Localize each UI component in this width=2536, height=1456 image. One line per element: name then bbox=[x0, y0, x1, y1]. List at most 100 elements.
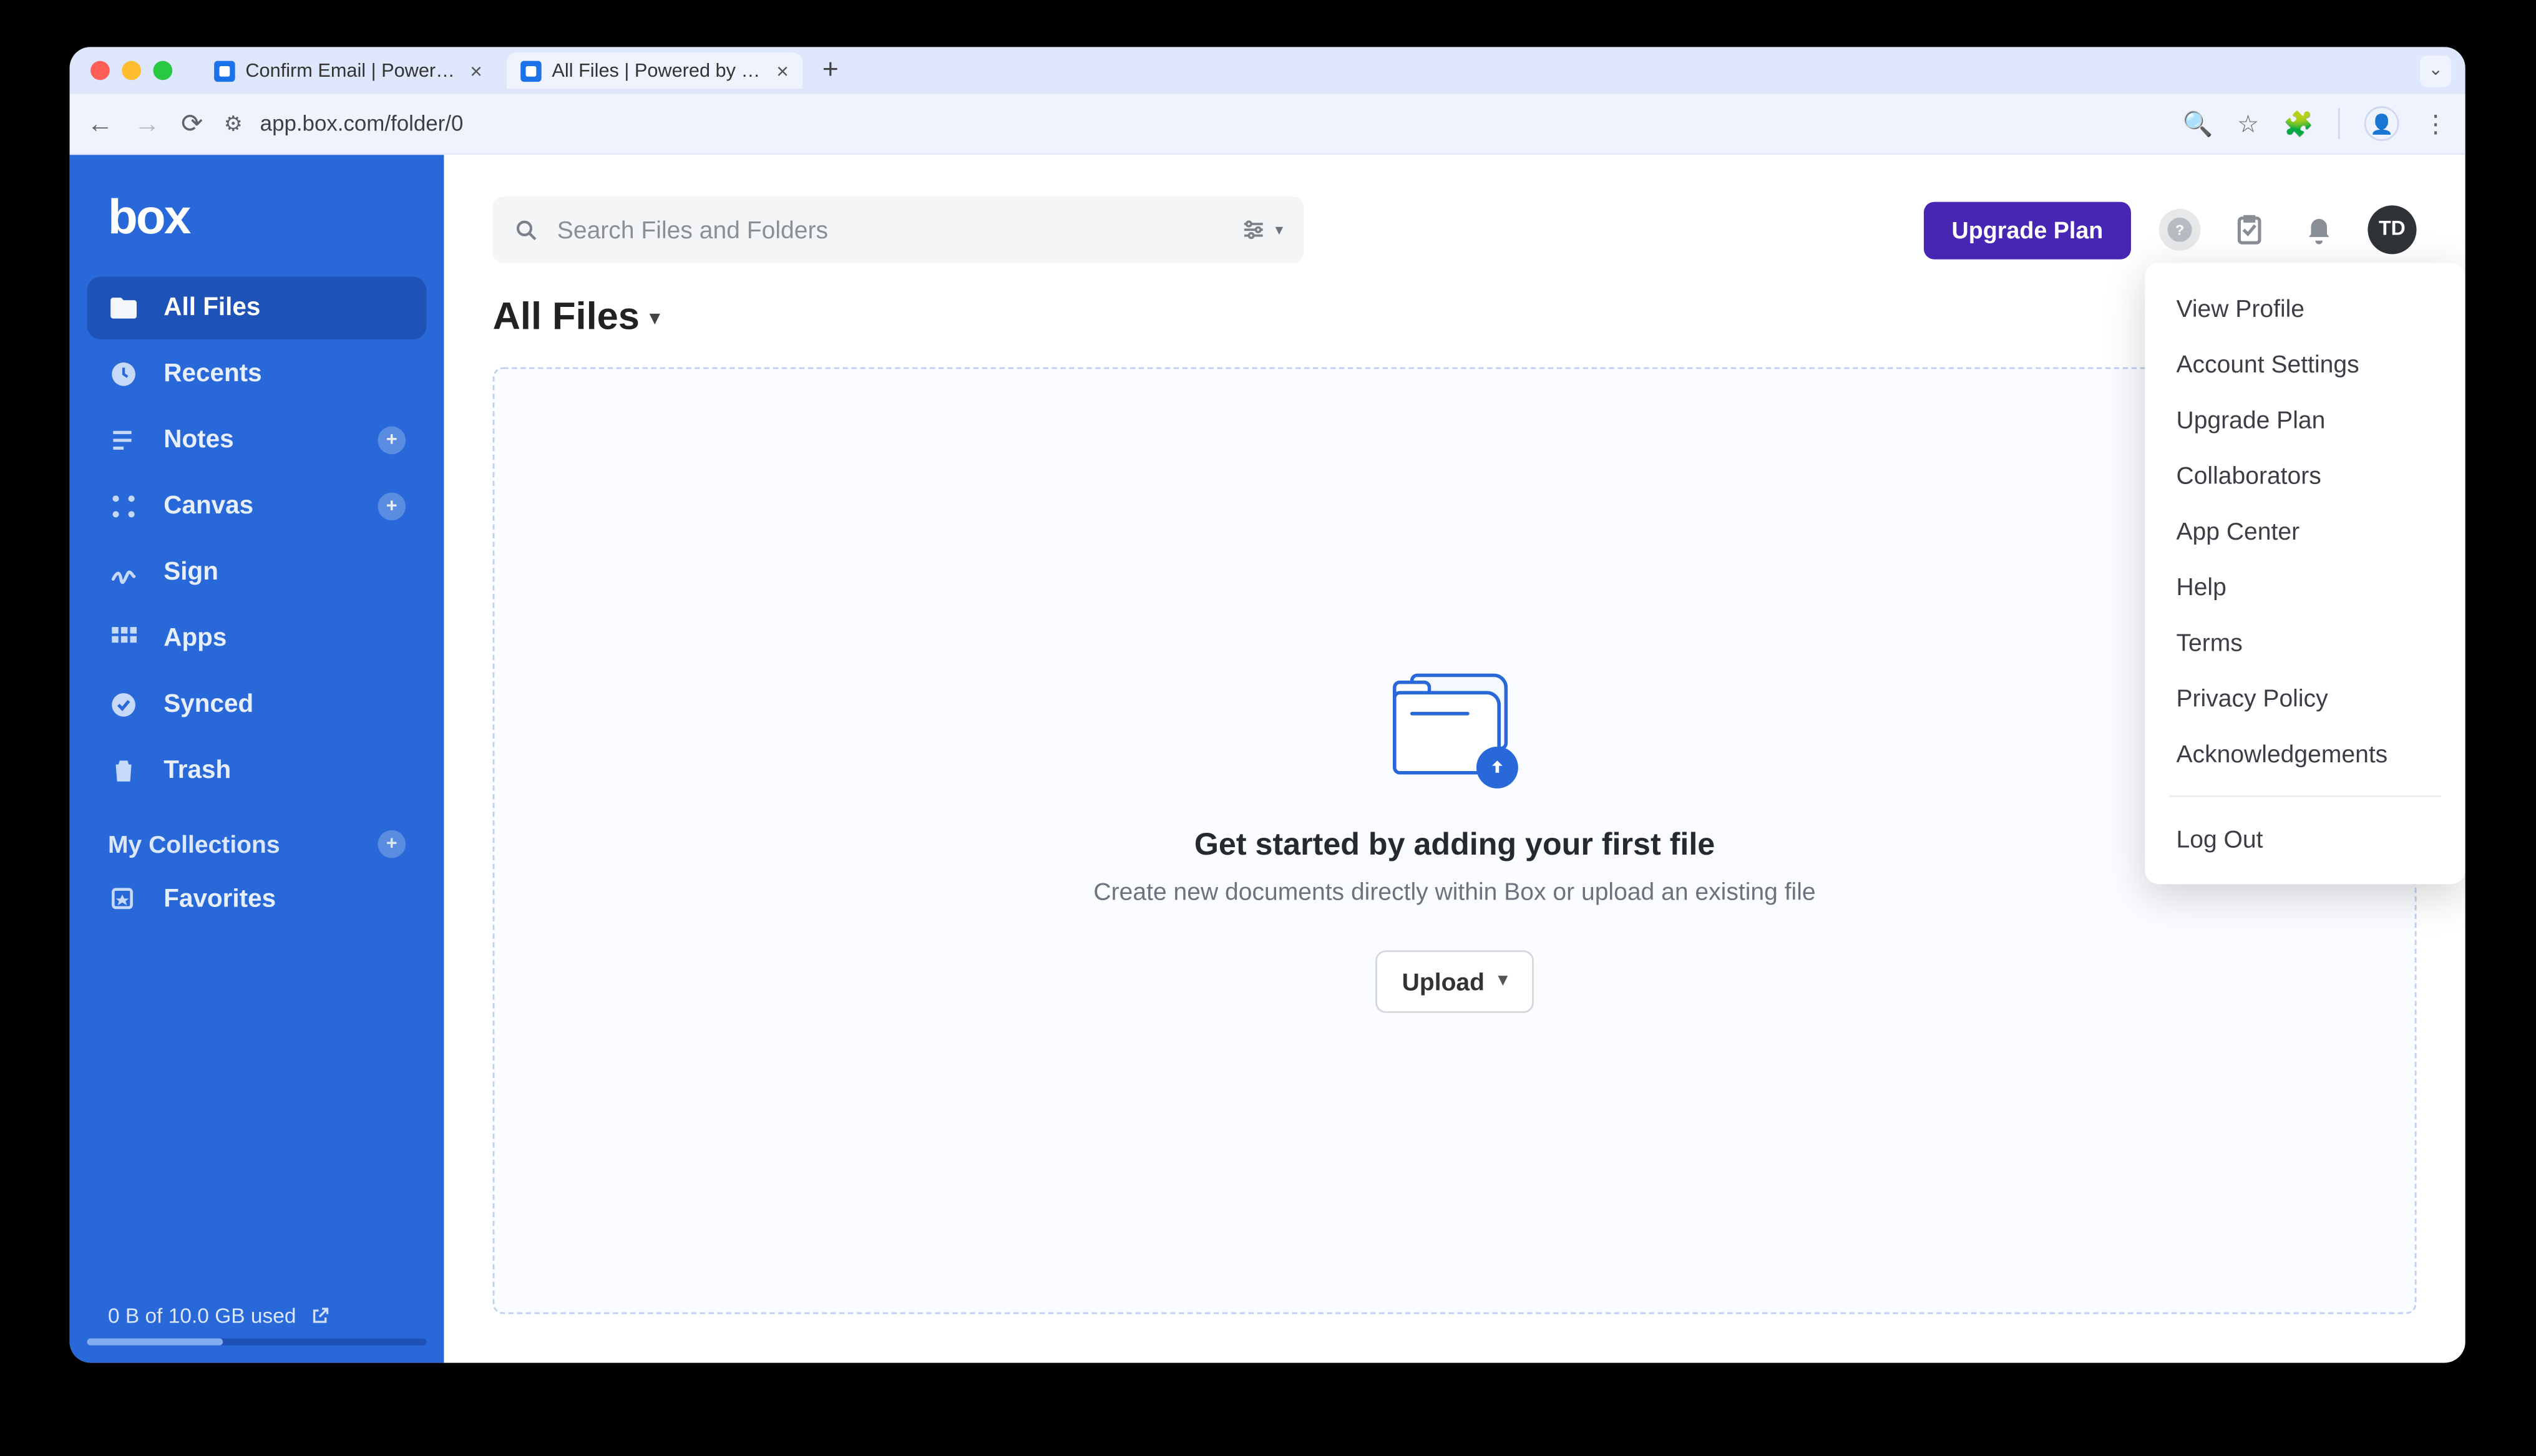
sidebar-item-notes[interactable]: Notes + bbox=[87, 409, 427, 472]
sidebar-item-label: Sign bbox=[163, 559, 218, 587]
external-link-icon bbox=[310, 1306, 331, 1326]
trash-icon bbox=[108, 755, 139, 787]
reload-button[interactable]: ⟳ bbox=[181, 108, 203, 139]
new-tab-button[interactable]: + bbox=[813, 55, 848, 86]
sidebar-item-label: Recents bbox=[163, 361, 261, 389]
close-tab-icon[interactable]: × bbox=[776, 58, 789, 82]
favorites-icon bbox=[108, 884, 139, 915]
notifications-icon[interactable] bbox=[2298, 209, 2340, 251]
upgrade-plan-button[interactable]: Upgrade Plan bbox=[1924, 201, 2131, 258]
folder-icon bbox=[108, 293, 139, 324]
forward-button[interactable]: → bbox=[134, 109, 160, 138]
menu-item-account-settings[interactable]: Account Settings bbox=[2145, 336, 2465, 391]
menu-item-app-center[interactable]: App Center bbox=[2145, 503, 2465, 558]
add-note-icon[interactable]: + bbox=[378, 427, 406, 455]
chrome-menu-icon[interactable]: ⋮ bbox=[2424, 109, 2448, 138]
chrome-profile-button[interactable]: 👤 bbox=[2364, 106, 2399, 141]
chevron-down-icon: ▾ bbox=[650, 306, 660, 328]
tasks-icon[interactable] bbox=[2228, 209, 2270, 251]
search-input[interactable]: Search Files and Folders ▾ bbox=[493, 197, 1304, 263]
sidebar-item-canvas[interactable]: Canvas + bbox=[87, 475, 427, 538]
menu-item-upgrade-plan[interactable]: Upgrade Plan bbox=[2145, 392, 2465, 447]
close-tab-icon[interactable]: × bbox=[470, 58, 482, 82]
tab-confirm-email[interactable]: Confirm Email | Powered by B × bbox=[200, 52, 496, 89]
sidebar: box All Files Recents Notes + Canvas bbox=[70, 155, 444, 1362]
upload-folder-illustration bbox=[1385, 669, 1524, 791]
tab-title: All Files | Powered by Box bbox=[552, 60, 766, 80]
storage-usage[interactable]: 0 B of 10.0 GB used bbox=[87, 1289, 427, 1331]
upload-button-label: Upload bbox=[1402, 967, 1485, 995]
sidebar-item-label: All Files bbox=[163, 294, 260, 323]
menu-item-collaborators[interactable]: Collaborators bbox=[2145, 447, 2465, 503]
menu-item-acknowledgements[interactable]: Acknowledgements bbox=[2145, 726, 2465, 781]
chevron-down-icon: ▾ bbox=[1498, 971, 1507, 991]
sidebar-item-synced[interactable]: Synced bbox=[87, 674, 427, 736]
sliders-icon bbox=[1241, 216, 1269, 244]
apps-icon bbox=[108, 623, 139, 654]
extensions-icon[interactable]: 🧩 bbox=[2283, 109, 2314, 138]
tabstrip-expand-icon[interactable]: ⌄ bbox=[2420, 55, 2451, 86]
sidebar-item-favorites[interactable]: Favorites bbox=[87, 868, 427, 931]
menu-item-terms[interactable]: Terms bbox=[2145, 614, 2465, 670]
empty-dropzone[interactable]: Get started by adding your first file Cr… bbox=[493, 367, 2417, 1314]
avatar-button[interactable]: TD bbox=[2368, 205, 2416, 254]
collections-header-label: My Collections bbox=[108, 830, 280, 858]
browser-window: Confirm Email | Powered by B × All Files… bbox=[70, 47, 2465, 1362]
box-app: box All Files Recents Notes + Canvas bbox=[70, 155, 2465, 1362]
page-title-dropdown[interactable]: All Files ▾ bbox=[493, 294, 2417, 340]
search-placeholder: Search Files and Folders bbox=[557, 216, 828, 244]
bookmark-icon[interactable]: ☆ bbox=[2237, 109, 2259, 138]
address-bar[interactable]: ⚙ app.box.com/folder/0 bbox=[224, 112, 464, 136]
search-filter-button[interactable]: ▾ bbox=[1241, 216, 1283, 244]
page-title-text: All Files bbox=[493, 294, 640, 340]
sidebar-item-all-files[interactable]: All Files bbox=[87, 277, 427, 339]
minimize-window-icon[interactable] bbox=[122, 61, 141, 80]
add-collection-icon[interactable]: + bbox=[378, 830, 406, 858]
browser-toolbar: ← → ⟳ ⚙ app.box.com/folder/0 🔍 ☆ 🧩 👤 ⋮ bbox=[70, 94, 2465, 155]
sidebar-item-label: Trash bbox=[163, 757, 231, 785]
sidebar-item-recents[interactable]: Recents bbox=[87, 343, 427, 405]
window-controls bbox=[90, 61, 172, 80]
sidebar-item-label: Apps bbox=[163, 625, 227, 653]
sidebar-item-sign[interactable]: Sign bbox=[87, 541, 427, 604]
box-favicon-icon bbox=[214, 60, 235, 80]
collections-header[interactable]: My Collections + bbox=[87, 806, 427, 868]
sidebar-item-label: Favorites bbox=[163, 886, 276, 914]
browser-tabstrip: Confirm Email | Powered by B × All Files… bbox=[70, 47, 2465, 94]
tab-title: Confirm Email | Powered by B bbox=[245, 60, 459, 80]
upload-button[interactable]: Upload ▾ bbox=[1376, 949, 1533, 1012]
close-window-icon[interactable] bbox=[90, 61, 110, 80]
canvas-icon bbox=[108, 491, 139, 522]
divider bbox=[2338, 108, 2340, 139]
menu-item-log-out[interactable]: Log Out bbox=[2145, 811, 2465, 866]
sign-icon bbox=[108, 557, 139, 588]
site-settings-icon[interactable]: ⚙ bbox=[224, 112, 243, 136]
storage-bar bbox=[87, 1339, 427, 1346]
box-favicon-icon bbox=[520, 60, 541, 80]
search-icon bbox=[514, 216, 540, 243]
clock-icon bbox=[108, 359, 139, 390]
svg-text:?: ? bbox=[2175, 221, 2184, 238]
sidebar-item-trash[interactable]: Trash bbox=[87, 740, 427, 802]
sidebar-item-label: Canvas bbox=[163, 493, 253, 521]
menu-item-view-profile[interactable]: View Profile bbox=[2145, 280, 2465, 336]
notes-icon bbox=[108, 425, 139, 456]
maximize-window-icon[interactable] bbox=[154, 61, 173, 80]
tab-all-files[interactable]: All Files | Powered by Box × bbox=[507, 52, 802, 89]
header-row: Search Files and Folders ▾ Upgrade Plan … bbox=[493, 197, 2417, 263]
help-button[interactable]: ? bbox=[2159, 209, 2201, 251]
sidebar-item-label: Notes bbox=[163, 427, 233, 455]
menu-separator bbox=[2169, 795, 2441, 797]
box-logo[interactable]: box bbox=[87, 190, 427, 245]
add-canvas-icon[interactable]: + bbox=[378, 493, 406, 521]
sidebar-item-apps[interactable]: Apps bbox=[87, 608, 427, 670]
chevron-down-icon: ▾ bbox=[1275, 220, 1284, 240]
menu-item-help[interactable]: Help bbox=[2145, 559, 2465, 614]
url-text: app.box.com/folder/0 bbox=[260, 112, 464, 136]
menu-item-privacy-policy[interactable]: Privacy Policy bbox=[2145, 670, 2465, 726]
storage-text: 0 B of 10.0 GB used bbox=[108, 1304, 296, 1328]
sidebar-item-label: Synced bbox=[163, 691, 253, 719]
empty-state-subtitle: Create new documents directly within Box… bbox=[1093, 876, 1815, 905]
zoom-icon[interactable]: 🔍 bbox=[2182, 109, 2213, 138]
back-button[interactable]: ← bbox=[87, 109, 114, 138]
